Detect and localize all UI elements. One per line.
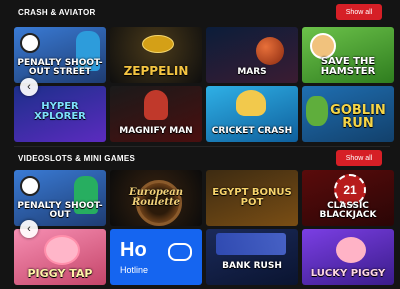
game-title: HYPER XPLORER — [34, 101, 86, 122]
section-title: VIDEOSLOTS & MINI GAMES — [18, 154, 136, 163]
game-tile-egypt-bonus-pot[interactable]: EGYPT BONUS POT — [206, 170, 298, 226]
game-title: PENALTY SHOOT-OUT STREET — [17, 58, 103, 77]
game-tile-save-the-hamster[interactable]: SAVE THE HAMSTER — [302, 27, 394, 83]
game-title: BANK RUSH — [222, 261, 282, 271]
game-title: GOBLIN RUN — [330, 103, 386, 131]
game-grid-videoslots: PENALTY SHOOT-OUT European Roulette EGYP… — [14, 170, 394, 286]
hotline-icon — [168, 243, 192, 261]
game-title: EGYPT BONUS POT — [212, 187, 292, 208]
show-all-button[interactable]: Show all — [336, 150, 382, 166]
carousel-prev-button[interactable]: ‹ — [20, 78, 38, 96]
game-tile-goblin-run[interactable]: GOBLIN RUN — [302, 86, 394, 142]
section-title: CRASH & AVIATOR — [18, 8, 96, 17]
game-title: PENALTY SHOOT-OUT — [17, 201, 103, 220]
game-tile-classic-blackjack[interactable]: 21 CLASSIC BLACKJACK — [302, 170, 394, 226]
game-title: CRICKET CRASH — [211, 126, 293, 136]
game-tile-cricket-crash[interactable]: CRICKET CRASH — [206, 86, 298, 142]
game-tile-lucky-piggy[interactable]: LUCKY PIGGY — [302, 229, 394, 285]
game-tile-mars[interactable]: MARS — [206, 27, 298, 83]
game-title: Hotline — [120, 265, 149, 275]
game-title: MARS — [237, 67, 267, 77]
game-tile-penalty-shoot-out[interactable]: PENALTY SHOOT-OUT — [14, 170, 106, 226]
game-title: LUCKY PIGGY — [310, 268, 386, 279]
game-title: European Roulette — [129, 187, 183, 208]
hotline-logo: Ho — [120, 239, 147, 261]
section-header-videoslots: VIDEOSLOTS & MINI GAMES Show all — [0, 146, 400, 172]
game-title: CLASSIC BLACKJACK — [319, 201, 377, 220]
game-tile-european-roulette[interactable]: European Roulette — [110, 170, 202, 226]
game-title: PIGGY TAP — [27, 267, 93, 280]
game-tile-magnify-man[interactable]: MAGNIFY MAN — [110, 86, 202, 142]
game-title: SAVE THE HAMSTER — [320, 56, 376, 77]
game-title: ZEPPELIN — [123, 64, 189, 78]
carousel-prev-button[interactable]: ‹ — [20, 220, 38, 238]
game-tile-hotline[interactable]: Ho Hotline — [110, 229, 202, 285]
show-all-button[interactable]: Show all — [336, 4, 382, 20]
game-title: MAGNIFY MAN — [119, 126, 193, 136]
game-tile-penalty-shoot-out-street[interactable]: PENALTY SHOOT-OUT STREET — [14, 27, 106, 83]
game-tile-heist-bank-rush[interactable]: BANK RUSH — [206, 229, 298, 285]
game-grid-crash-aviator: PENALTY SHOOT-OUT STREET ZEPPELIN MARS S… — [14, 27, 394, 143]
section-header-crash-aviator: CRASH & AVIATOR Show all — [0, 0, 400, 26]
game-tile-zeppelin[interactable]: ZEPPELIN — [110, 27, 202, 83]
